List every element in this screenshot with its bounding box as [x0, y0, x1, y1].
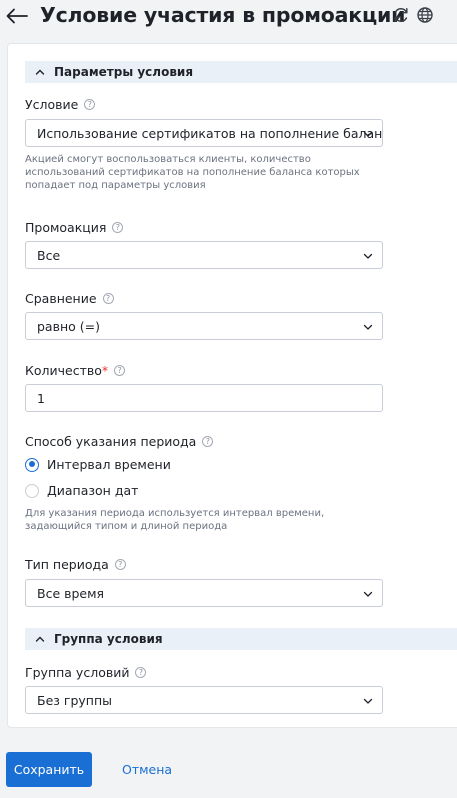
- help-icon[interactable]: ?: [114, 365, 126, 376]
- radio-date-range[interactable]: Диапазон дат: [25, 483, 138, 498]
- chevron-down-icon: [363, 591, 373, 597]
- period-method-label: Способ указания периода: [25, 434, 197, 449]
- refresh-icon[interactable]: [392, 6, 410, 24]
- comparison-value: равно (=): [37, 318, 100, 334]
- globe-icon[interactable]: [416, 6, 434, 24]
- help-icon[interactable]: ?: [112, 222, 124, 233]
- section-group-title: Группа условия: [54, 632, 163, 646]
- chevron-down-icon: [363, 253, 373, 259]
- condition-group-value: Без группы: [37, 692, 112, 708]
- condition-group-label: Группа условий: [25, 665, 130, 680]
- promo-select[interactable]: Все: [25, 241, 383, 269]
- section-params-title: Параметры условия: [54, 65, 194, 79]
- arrow-left-icon: [6, 8, 28, 24]
- quantity-value: 1: [37, 390, 45, 406]
- page-header: Условие участия в промоакции: [0, 0, 457, 34]
- cancel-button[interactable]: Отмена: [122, 762, 172, 777]
- section-group-toggle[interactable]: Группа условия: [25, 628, 457, 650]
- help-icon[interactable]: ?: [114, 559, 126, 570]
- promo-label-row: Промоакция ?: [25, 220, 124, 235]
- quantity-input[interactable]: 1: [25, 384, 383, 412]
- period-method-label-row: Способ указания периода ?: [25, 434, 214, 449]
- radio-interval-label: Интервал времени: [47, 457, 171, 472]
- chevron-down-icon: [363, 698, 373, 704]
- condition-value: Использование сертификатов на пополнение…: [37, 125, 382, 141]
- promo-label: Промоакция: [25, 220, 107, 235]
- radio-button[interactable]: [25, 483, 39, 498]
- comparison-select[interactable]: равно (=): [25, 312, 383, 340]
- promo-value: Все: [37, 247, 61, 263]
- quantity-label: Количество: [25, 363, 102, 378]
- save-button[interactable]: Сохранить: [6, 752, 92, 787]
- period-type-value: Все время: [37, 585, 105, 601]
- radio-date-range-label: Диапазон дат: [47, 483, 139, 498]
- chevron-up-icon: [35, 636, 45, 642]
- condition-group-select[interactable]: Без группы: [25, 686, 383, 714]
- quantity-label-row: Количество * ?: [25, 363, 126, 378]
- page-title: Условие участия в промоакции: [40, 3, 406, 27]
- back-button[interactable]: [5, 4, 29, 28]
- period-type-label: Тип периода: [25, 557, 109, 572]
- period-type-select[interactable]: Все время: [25, 579, 383, 607]
- help-icon[interactable]: ?: [84, 99, 96, 110]
- condition-select[interactable]: Использование сертификатов на пополнение…: [25, 119, 383, 147]
- help-icon[interactable]: ?: [102, 293, 114, 304]
- help-icon[interactable]: ?: [135, 667, 147, 678]
- help-icon[interactable]: ?: [202, 436, 214, 447]
- required-mark: *: [101, 363, 109, 378]
- period-method-hint: Для указания периода используется интерв…: [25, 508, 325, 532]
- condition-label-row: Условие ?: [25, 97, 96, 112]
- comparison-label-row: Сравнение ?: [25, 291, 114, 306]
- comparison-label: Сравнение: [25, 291, 97, 306]
- period-type-label-row: Тип периода ?: [25, 557, 126, 572]
- chevron-down-icon: [363, 324, 373, 330]
- condition-group-label-row: Группа условий ?: [25, 665, 147, 680]
- chevron-up-icon: [35, 69, 45, 75]
- radio-button-selected[interactable]: [25, 457, 39, 472]
- condition-label: Условие: [25, 97, 79, 112]
- condition-hint: Акцией смогут воспользоваться клиенты, к…: [25, 154, 360, 191]
- radio-interval[interactable]: Интервал времени: [25, 457, 171, 472]
- section-params-toggle[interactable]: Параметры условия: [25, 61, 457, 83]
- chevron-down-icon: [363, 131, 373, 137]
